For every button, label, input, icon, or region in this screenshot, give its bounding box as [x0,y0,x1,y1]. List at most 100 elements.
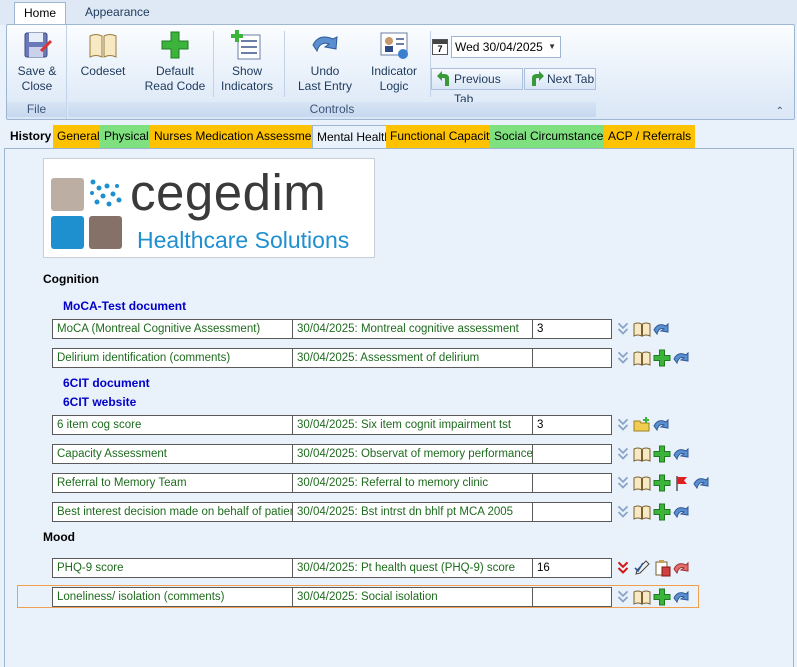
ribbon: Save & Close File Codeset Default Read C… [6,24,795,120]
add-icon[interactable] [653,503,671,521]
undo-icon[interactable] [673,349,691,367]
tab-nurses-medication-assessment[interactable]: Nurses Medication Assessment [150,125,326,148]
next-tab-button[interactable]: Next Tab [524,68,596,90]
folder-add-icon[interactable] [633,416,651,434]
collapse-ribbon-icon[interactable]: ⌃ [776,106,784,117]
save-close-label-2: Close [21,79,53,93]
chevron-down-icon[interactable] [614,445,632,463]
show-indicators-label-2: Indicators [220,79,274,93]
clipboard-icon[interactable] [653,559,671,577]
next-tab-label: Next Tab [547,72,595,86]
tab-functional-capacity[interactable]: Functional Capacity [386,125,500,148]
add-icon[interactable] [653,445,671,463]
default-read-code-label-2: Read Code [144,79,206,93]
undo-icon[interactable] [673,503,691,521]
undo-label-1: Undo [310,64,340,78]
undo-icon[interactable] [653,416,671,434]
chevron-down-red-icon[interactable] [614,559,632,577]
controls-group: Codeset Default Read Code Show Indicator… [68,25,596,119]
add-icon[interactable] [653,588,671,606]
show-indicators-button[interactable]: Show Indicators [216,29,278,94]
indicators-list-icon [231,29,263,61]
previous-tab-button[interactable]: Previous Tab [431,68,523,106]
book-icon[interactable] [633,503,651,521]
codeset-label: Codeset [80,64,126,78]
moca-doc-link[interactable]: MoCA-Test document [63,299,186,313]
row-value[interactable]: 30/04/2025: Montreal cognitive assessmen… [293,320,533,338]
table-row[interactable]: 6 item cog score 30/04/2025: Six item co… [52,415,612,435]
table-row[interactable]: Capacity Assessment 30/04/2025: Observat… [52,444,612,464]
undo-label-2: Last Entry [297,79,353,93]
indicator-logic-label-1: Indicator [370,64,418,78]
table-row[interactable]: Referral to Memory Team 30/04/2025: Refe… [52,473,612,493]
book-icon [87,29,119,61]
default-read-code-button[interactable]: Default Read Code [140,29,210,94]
table-row[interactable]: Loneliness/ isolation (comments) 30/04/2… [52,587,612,607]
green-plus-icon [159,29,191,61]
undo-icon[interactable] [653,320,671,338]
flag-icon[interactable] [673,474,691,492]
tab-general[interactable]: General [53,125,104,148]
indicator-logic-button[interactable]: Indicator Logic [362,29,426,94]
tab-physical[interactable]: Physical [100,125,153,148]
row-name: 6 item cog score [53,416,293,434]
logo-subtitle: Healthcare Solutions [137,227,350,253]
row-value[interactable]: 30/04/2025: Social isolation [293,588,533,606]
ribbon-separator [284,31,285,97]
chevron-down-icon[interactable] [614,416,632,434]
row-value[interactable]: 30/04/2025: Observat of memory performan… [293,445,533,463]
row-value[interactable]: 30/04/2025: Six item cognit impairment t… [293,416,533,434]
book-icon[interactable] [633,349,651,367]
row-value[interactable]: 30/04/2025: Referral to memory clinic [293,474,533,492]
row-number[interactable]: 16 [533,559,611,577]
chevron-down-icon[interactable] [614,588,632,606]
undo-red-icon[interactable] [673,559,691,577]
ribbon-tabstrip: Home Appearance [0,0,797,25]
book-icon[interactable] [633,474,651,492]
table-row[interactable]: MoCA (Montreal Cognitive Assessment) 30/… [52,319,612,339]
date-picker[interactable]: Wed 30/04/2025 ▼ [451,36,561,58]
row-name: PHQ-9 score [53,559,293,577]
undo-icon[interactable] [673,588,691,606]
codeset-button[interactable]: Codeset [74,29,132,79]
row-number[interactable]: 3 [533,320,611,338]
tab-social-circumstances[interactable]: Social Circumstances [490,125,614,148]
chevron-down-icon: ▼ [548,42,556,51]
sixcit-website-link[interactable]: 6CIT website [63,395,136,409]
add-icon[interactable] [653,349,671,367]
edit-pencil-icon[interactable] [633,559,651,577]
save-close-button[interactable]: Save & Close [11,29,63,94]
table-row[interactable]: Best interest decision made on behalf of… [52,502,612,522]
chevron-down-icon[interactable] [614,474,632,492]
chevron-down-icon[interactable] [614,320,632,338]
sixcit-doc-link[interactable]: 6CIT document [63,376,150,390]
logo-square-brown [89,216,122,249]
tab-mental-health[interactable]: Mental Health [312,125,397,149]
undo-icon[interactable] [693,474,711,492]
book-icon[interactable] [633,445,651,463]
ribbon-tab-appearance[interactable]: Appearance [76,2,159,25]
indicator-logic-label-2: Logic [379,79,409,93]
tab-acp-referrals[interactable]: ACP / Referrals [604,125,696,148]
chevron-down-icon[interactable] [614,503,632,521]
row-number[interactable]: 3 [533,416,611,434]
ribbon-tab-home[interactable]: Home [14,2,67,25]
section-mood: Mood [43,530,75,544]
row-value[interactable]: 30/04/2025: Bst intrst dn bhlf pt MCA 20… [293,503,533,521]
table-row[interactable]: PHQ-9 score 30/04/2025: Pt health quest … [52,558,612,578]
book-icon[interactable] [633,320,651,338]
row-name: Referral to Memory Team [53,474,293,492]
date-picker-value: Wed 30/04/2025 [455,40,543,54]
undo-last-entry-button[interactable]: Undo Last Entry [292,29,358,94]
calendar-icon[interactable]: 7 [432,39,448,55]
cegedim-logo: cegedim Healthcare Solutions [43,158,375,258]
tab-history[interactable]: History [6,125,55,148]
book-icon[interactable] [633,588,651,606]
row-value[interactable]: 30/04/2025: Assessment of delirium [293,349,533,367]
undo-icon[interactable] [673,445,691,463]
chevron-down-icon[interactable] [614,349,632,367]
table-row[interactable]: Delirium identification (comments) 30/04… [52,348,612,368]
row-value[interactable]: 30/04/2025: Pt health quest (PHQ-9) scor… [293,559,533,577]
default-read-code-label-1: Default [155,64,195,78]
add-icon[interactable] [653,474,671,492]
